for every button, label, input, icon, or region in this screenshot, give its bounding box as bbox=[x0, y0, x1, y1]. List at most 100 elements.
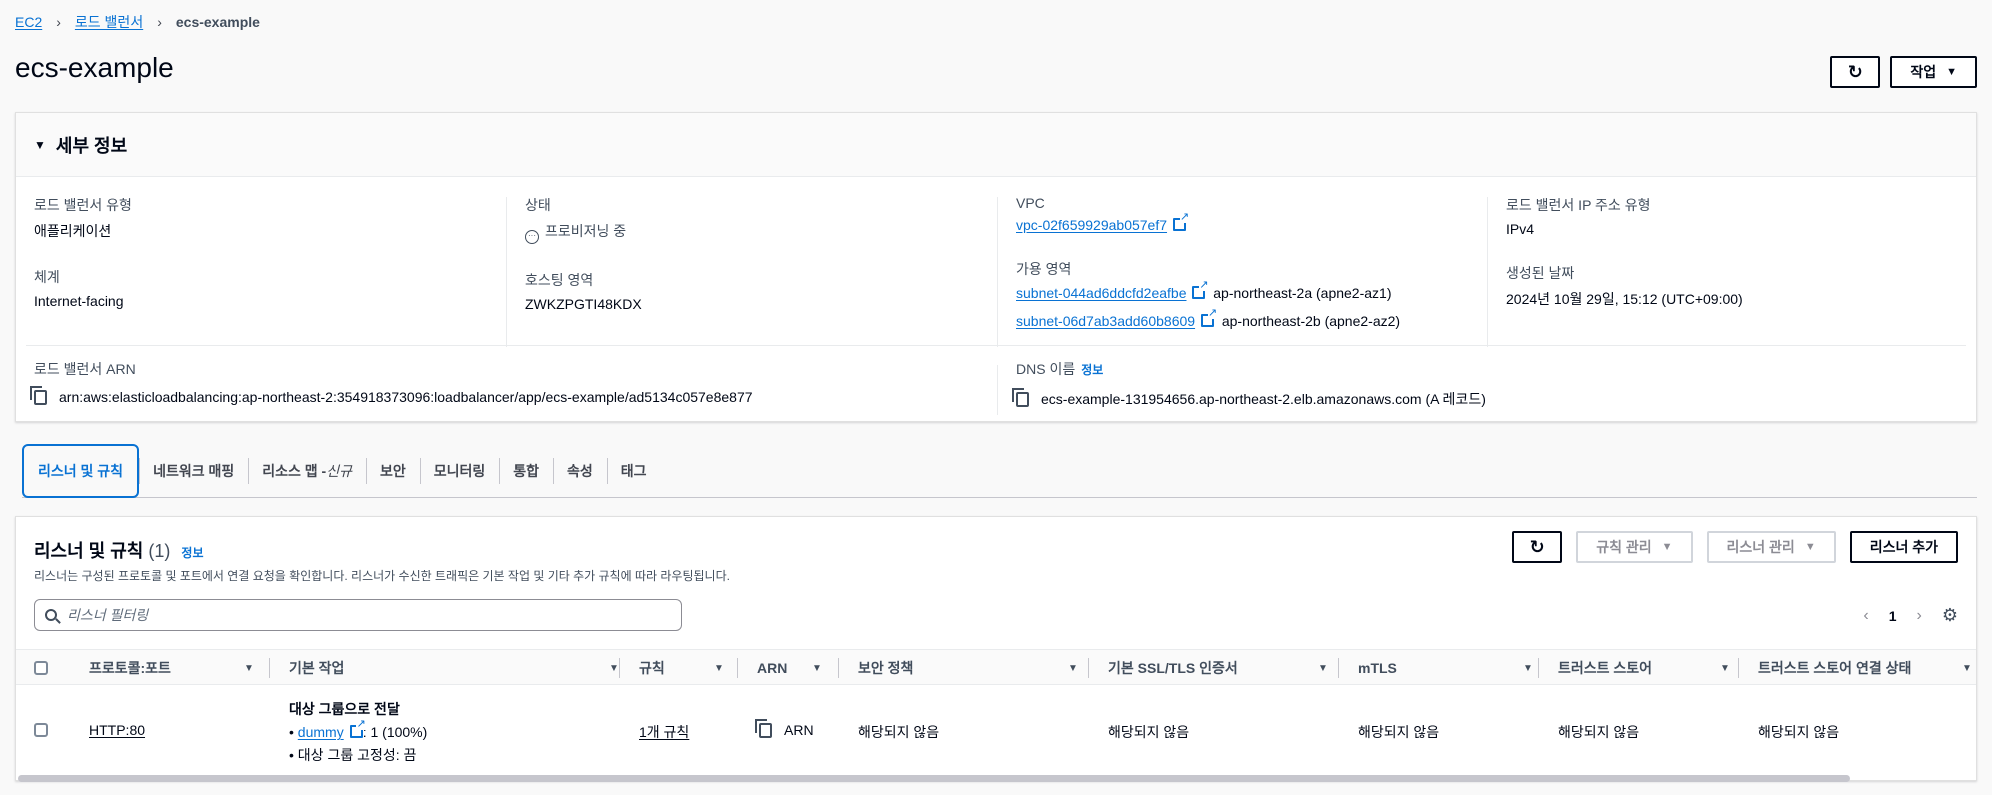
sort-caret-icon: ▼ bbox=[1523, 662, 1533, 674]
external-link-icon bbox=[349, 719, 366, 738]
lb-type-value: 애플리케이션 bbox=[34, 223, 112, 239]
vpc-label: VPC bbox=[1016, 195, 1045, 211]
gear-icon[interactable]: ⚙ bbox=[1942, 605, 1958, 626]
tab-network-mapping[interactable]: 네트워크 매핑 bbox=[139, 444, 248, 498]
dns-info-link[interactable]: 정보 bbox=[1081, 363, 1103, 377]
chevron-left-icon[interactable]: ‹ bbox=[1863, 607, 1868, 625]
details-col-3: VPC vpc-02f659929ab057ef7 가용 영역 subnet-0… bbox=[1016, 195, 1400, 329]
tab-label: 속성 bbox=[567, 462, 593, 479]
breadcrumb-ec2[interactable]: EC2 bbox=[15, 14, 42, 30]
vpc-link[interactable]: vpc-02f659929ab057ef7 bbox=[1016, 217, 1167, 233]
tab-listeners-rules[interactable]: 리스너 및 규칙 bbox=[22, 443, 140, 498]
action-title: 대상 그룹으로 전달 bbox=[289, 701, 400, 717]
dns-label: DNS 이름 bbox=[1016, 361, 1076, 377]
tab-label: 모니터링 bbox=[433, 462, 486, 479]
breadcrumb-load-balancers[interactable]: 로드 밸런서 bbox=[75, 12, 143, 32]
col-security-policy[interactable]: 보안 정책 ▼ bbox=[858, 650, 1083, 686]
copy-icon[interactable] bbox=[1012, 388, 1029, 407]
lb-type-label: 로드 밸런서 유형 bbox=[34, 197, 132, 213]
breadcrumb: EC2 › 로드 밸런서 › ecs-example bbox=[15, 12, 260, 32]
column-divider bbox=[506, 197, 507, 347]
row-checkbox[interactable] bbox=[34, 723, 48, 737]
column-divider bbox=[1487, 197, 1488, 347]
external-link-icon bbox=[1192, 280, 1209, 299]
external-link-icon bbox=[1201, 308, 1218, 327]
listeners-title-text: 리스너 및 규칙 bbox=[34, 541, 144, 561]
tab-attributes[interactable]: 속성 bbox=[553, 444, 607, 498]
column-divider bbox=[997, 365, 998, 415]
col-label: 프로토콜:포트 bbox=[89, 660, 171, 676]
tab-label: 네트워크 매핑 bbox=[153, 462, 235, 479]
page-number[interactable]: 1 bbox=[1889, 608, 1897, 624]
add-listener-label: 리스너 추가 bbox=[1869, 539, 1938, 555]
select-all-checkbox-cell bbox=[34, 650, 48, 686]
col-label: mTLS bbox=[1358, 660, 1397, 676]
tab-resource-map[interactable]: 리소스 맵 - 신규 bbox=[248, 444, 366, 498]
col-arn[interactable]: ARN ▼ bbox=[757, 650, 827, 686]
arn-text: ARN bbox=[784, 722, 814, 738]
subnet-link-2[interactable]: subnet-06d7ab3add60b8609 bbox=[1016, 313, 1195, 329]
col-rules[interactable]: 규칙 ▼ bbox=[639, 650, 729, 686]
select-all-checkbox[interactable] bbox=[34, 661, 48, 675]
external-link-icon bbox=[1173, 212, 1190, 231]
page-actions: ↻ 작업 ▼ bbox=[1830, 56, 1977, 88]
target-weight: : 1 (100%) bbox=[362, 724, 428, 740]
col-label: 기본 SSL/TLS 인증서 bbox=[1108, 660, 1238, 676]
details-title: 세부 정보 bbox=[55, 135, 128, 156]
manage-rules-button[interactable]: 규칙 관리 ▼ bbox=[1576, 531, 1693, 563]
listener-protocol-link[interactable]: HTTP:80 bbox=[89, 722, 145, 738]
trust-store-value: 해당되지 않음 bbox=[1558, 724, 1640, 740]
stickiness: 대상 그룹 고정성: 끔 bbox=[297, 747, 417, 763]
dns-value: ecs-example-131954656.ap-northeast-2.elb… bbox=[1041, 391, 1486, 407]
rules-link[interactable]: 1개 규칙 bbox=[639, 722, 689, 742]
tab-integrations[interactable]: 통합 bbox=[499, 444, 553, 498]
col-mtls[interactable]: mTLS ▼ bbox=[1358, 650, 1538, 686]
col-divider bbox=[1088, 658, 1089, 678]
arn-value: arn:aws:elasticloadbalancing:ap-northeas… bbox=[59, 389, 753, 405]
subnet-link-1[interactable]: subnet-044ad6ddcfd2eafbe bbox=[1016, 285, 1186, 301]
status-value: ··· 프로비저닝 중 bbox=[525, 221, 642, 244]
refresh-listeners-button[interactable]: ↻ bbox=[1512, 531, 1563, 563]
listeners-description: 리스너는 구성된 프로토콜 및 포트에서 연결 요청을 확인합니다. 리스너가 … bbox=[34, 569, 730, 583]
chevron-right-icon[interactable]: › bbox=[1917, 607, 1922, 625]
col-divider bbox=[1738, 658, 1739, 678]
ip-type-label: 로드 밸런서 IP 주소 유형 bbox=[1506, 197, 1651, 213]
sort-caret-icon: ▼ bbox=[1068, 662, 1078, 674]
listener-filter-input[interactable] bbox=[67, 607, 667, 623]
scheme-label: 체계 bbox=[34, 269, 60, 285]
col-ssl-cert[interactable]: 기본 SSL/TLS 인증서 ▼ bbox=[1108, 650, 1333, 686]
caret-down-icon: ▼ bbox=[34, 137, 46, 152]
sort-caret-icon: ▼ bbox=[244, 662, 254, 674]
tab-tags[interactable]: 태그 bbox=[606, 444, 661, 498]
created-value: 2024년 10월 29일, 15:12 (UTC+09:00) bbox=[1506, 291, 1743, 307]
horizontal-scrollbar[interactable] bbox=[18, 775, 1850, 782]
tab-monitoring[interactable]: 모니터링 bbox=[419, 444, 500, 498]
tab-label: 태그 bbox=[620, 462, 647, 479]
col-trust-store-status[interactable]: 트러스트 스토어 연결 상태 ▼ bbox=[1758, 650, 1974, 686]
tab-bar: 리스너 및 규칙 네트워크 매핑 리소스 맵 - 신규 보안 모니터링 통합 속… bbox=[22, 443, 1977, 498]
page-title: ecs-example bbox=[15, 52, 174, 83]
copy-icon[interactable] bbox=[30, 386, 47, 405]
manage-listeners-label: 리스너 관리 bbox=[1726, 539, 1795, 555]
col-default-action[interactable]: 기본 작업 ▼ bbox=[289, 650, 619, 686]
col-protocol-port[interactable]: 프로토콜:포트 ▼ bbox=[89, 650, 259, 686]
add-listener-button[interactable]: 리스너 추가 bbox=[1849, 531, 1958, 563]
tab-security[interactable]: 보안 bbox=[365, 444, 420, 498]
col-divider bbox=[619, 658, 620, 678]
target-group-link[interactable]: dummy bbox=[298, 724, 344, 740]
actions-dropdown[interactable]: 작업 ▼ bbox=[1890, 56, 1977, 88]
col-divider bbox=[838, 658, 839, 678]
section-divider bbox=[26, 345, 1966, 346]
col-trust-store[interactable]: 트러스트 스토어 ▼ bbox=[1558, 650, 1738, 686]
listeners-info-link[interactable]: 정보 bbox=[181, 546, 203, 560]
sort-caret-icon: ▼ bbox=[1720, 662, 1730, 674]
sort-caret-icon: ▼ bbox=[609, 662, 619, 674]
arn-copy[interactable]: ARN bbox=[755, 718, 814, 738]
details-header[interactable]: ▼ 세부 정보 bbox=[16, 113, 1976, 177]
search-icon bbox=[45, 609, 57, 621]
manage-listeners-button[interactable]: 리스너 관리 ▼ bbox=[1706, 531, 1836, 563]
col-label: 트러스트 스토어 연결 상태 bbox=[1758, 660, 1912, 676]
ip-type-value: IPv4 bbox=[1506, 221, 1535, 237]
sort-caret-icon: ▼ bbox=[1318, 662, 1328, 674]
refresh-button[interactable]: ↻ bbox=[1830, 56, 1881, 88]
